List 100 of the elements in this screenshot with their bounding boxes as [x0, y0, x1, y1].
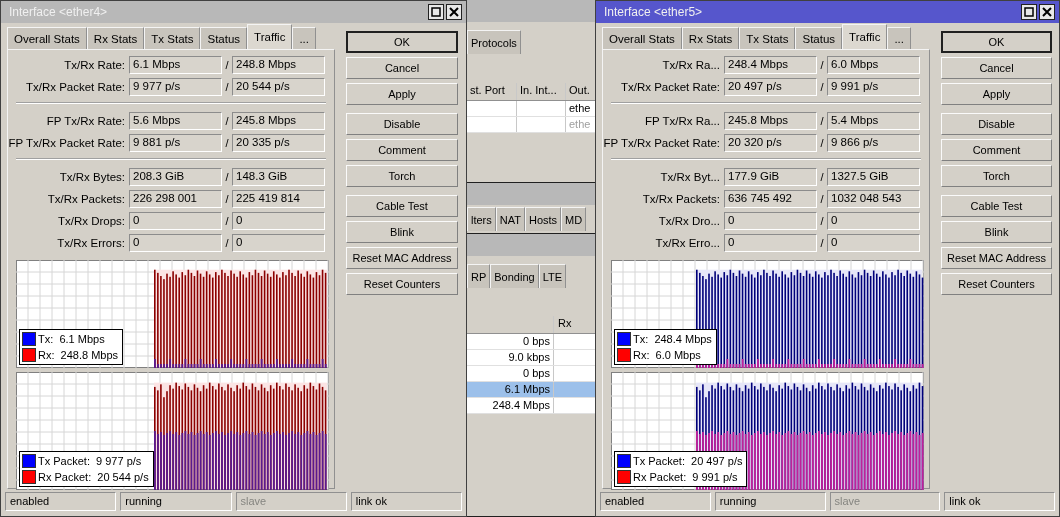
tab[interactable]: lters — [467, 207, 496, 231]
dialog-button[interactable]: Reset MAC Address — [941, 247, 1052, 269]
tab[interactable]: Hosts — [524, 207, 562, 231]
slash-text: / — [224, 215, 230, 227]
tab[interactable]: LTE — [538, 264, 566, 288]
field-label: Tx/Rx Erro... — [654, 237, 721, 249]
field-label: Tx/Rx Packet Rate: — [619, 81, 721, 93]
slash-text: / — [819, 81, 825, 93]
legend-text: Tx: 6.1 Mbps — [38, 333, 105, 345]
field-label: Tx/Rx Packets: — [641, 193, 721, 205]
status-field: slave — [829, 492, 941, 511]
value-field: 226 298 001 — [129, 190, 222, 208]
dialog-button[interactable]: Comment — [346, 139, 458, 161]
dialog-button[interactable]: Disable — [941, 113, 1052, 135]
maximize-icon[interactable] — [1021, 4, 1037, 20]
tab[interactable]: Tx Stats — [739, 27, 796, 49]
value-field: 9 866 p/s — [827, 134, 920, 152]
value-field: 0 — [232, 234, 325, 252]
dialog-button[interactable]: Reset MAC Address — [346, 247, 458, 269]
dialog-button[interactable]: Torch — [346, 165, 458, 187]
dialog-button[interactable]: Comment — [941, 139, 1052, 161]
tab[interactable]: Overall Stats — [602, 27, 682, 49]
dialog-button[interactable]: Cable Test — [346, 195, 458, 217]
dialog-button[interactable]: OK — [346, 31, 458, 53]
legend-text: Rx Packet: 20 544 p/s — [38, 471, 149, 483]
tab[interactable]: Rx Stats — [86, 27, 145, 49]
window-title: Interface <ether5> — [604, 5, 703, 19]
value-field: 20 335 p/s — [232, 134, 325, 152]
table-row[interactable]: 6.1 Mbps — [467, 382, 595, 398]
value-field: 0 — [232, 212, 325, 230]
dialog-button[interactable]: Blink — [941, 221, 1052, 243]
value-field: 0 — [724, 212, 817, 230]
status-field: running — [714, 492, 826, 511]
value-field: 225 419 814 — [232, 190, 325, 208]
dialog-button[interactable]: Torch — [941, 165, 1052, 187]
value-field: 5.4 Mbps — [827, 112, 920, 130]
status-field: enabled — [5, 492, 117, 511]
close-icon[interactable] — [446, 4, 462, 20]
field-label: Tx/Rx Packet Rate: — [24, 81, 126, 93]
value-field: 177.9 GiB — [724, 168, 817, 186]
field-label: Tx/Rx Errors: — [56, 237, 126, 249]
tab[interactable]: Status — [200, 27, 248, 49]
value-field: 20 320 p/s — [724, 134, 817, 152]
dialog-button[interactable]: Apply — [346, 83, 458, 105]
column-header[interactable]: st. Port — [467, 83, 517, 100]
dialog-button[interactable]: Disable — [346, 113, 458, 135]
dialog-button[interactable]: Blink — [346, 221, 458, 243]
maximize-icon[interactable] — [428, 4, 444, 20]
tab[interactable]: Bonding — [490, 264, 539, 288]
tab[interactable]: RP — [467, 264, 491, 288]
table-cell-text: ethe — [568, 117, 592, 132]
field-label: Tx/Rx Dro... — [657, 215, 721, 227]
tab[interactable]: Overall Stats — [7, 27, 87, 49]
status-field: slave — [235, 492, 347, 511]
slash-text: / — [819, 193, 825, 205]
value-field: 245.8 Mbps — [232, 112, 325, 130]
tab[interactable]: NAT — [495, 207, 525, 231]
value-field: 248.4 Mbps — [724, 56, 817, 74]
value-field: 208.3 GiB — [129, 168, 222, 186]
value-field: 9 977 p/s — [129, 78, 222, 96]
dialog-button[interactable]: Cancel — [346, 57, 458, 79]
slash-text: / — [224, 115, 230, 127]
status-field: link ok — [944, 492, 1055, 511]
slash-text: / — [819, 137, 825, 149]
close-icon[interactable] — [1039, 4, 1055, 20]
dialog-button[interactable]: Cable Test — [941, 195, 1052, 217]
value-field: 9 991 p/s — [827, 78, 920, 96]
dialog-button[interactable]: Cancel — [941, 57, 1052, 79]
field-label: FP Tx/Rx Ra... — [644, 115, 721, 127]
tab[interactable]: Traffic — [247, 24, 293, 49]
status-field: link ok — [350, 492, 462, 511]
legend-text: Rx: 248.8 Mbps — [38, 349, 119, 361]
column-header[interactable]: Out. — [566, 83, 595, 100]
status-field: enabled — [600, 492, 711, 511]
tab[interactable]: Protocols — [467, 30, 521, 54]
slash-text: / — [819, 59, 825, 71]
tab[interactable]: Rx Stats — [681, 27, 740, 49]
field-label: FP Tx/Rx Packet Rate: — [603, 137, 721, 149]
slash-text: / — [224, 193, 230, 205]
dialog-button[interactable]: Apply — [941, 83, 1052, 105]
tab[interactable]: ... — [887, 27, 911, 49]
dialog-button[interactable]: Reset Counters — [941, 273, 1052, 295]
tab[interactable]: Traffic — [842, 24, 888, 49]
value-field: 0 — [827, 234, 920, 252]
tab[interactable]: Status — [795, 27, 843, 49]
value-field: 0 — [724, 234, 817, 252]
slash-text: / — [224, 81, 230, 93]
tab[interactable]: MD — [561, 207, 587, 231]
value-field: 148.3 GiB — [232, 168, 325, 186]
tab[interactable]: Tx Stats — [144, 27, 201, 49]
dialog-button[interactable]: OK — [941, 31, 1052, 53]
window-title: Interface <ether4> — [9, 5, 108, 19]
column-header[interactable]: In. Int... — [517, 83, 566, 100]
value-field: 636 745 492 — [724, 190, 817, 208]
tab[interactable]: ... — [292, 27, 316, 49]
slash-text: / — [819, 171, 825, 183]
field-label: FP Tx/Rx Rate: — [45, 115, 126, 127]
field-label: Tx/Rx Rate: — [63, 59, 126, 71]
status-field: running — [120, 492, 232, 511]
dialog-button[interactable]: Reset Counters — [346, 273, 458, 295]
